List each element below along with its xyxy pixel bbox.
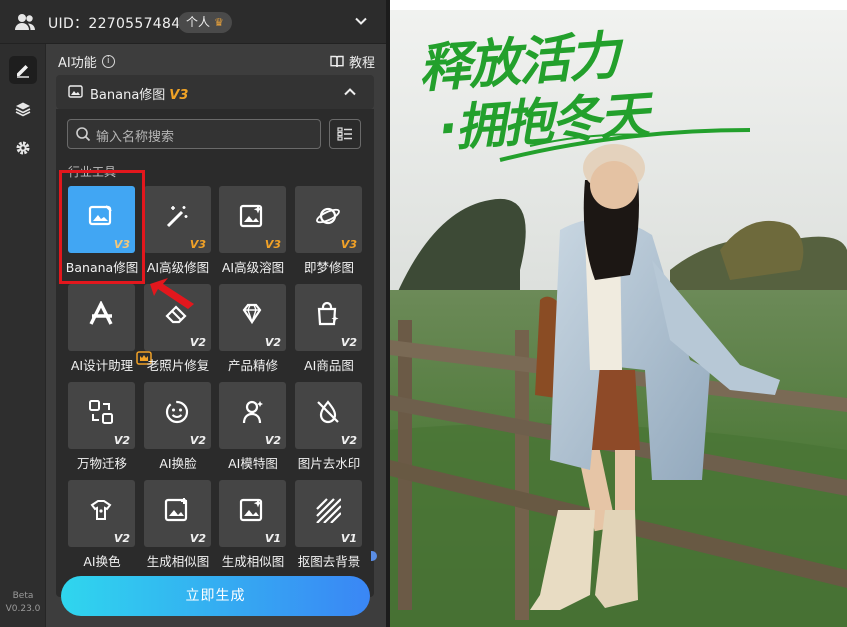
tool-tile[interactable]: V2 xyxy=(295,382,362,449)
tool-tile[interactable]: V2 xyxy=(295,284,362,351)
search-input[interactable]: 输入名称搜索 xyxy=(67,119,321,149)
pointer-arrow-icon xyxy=(150,278,194,309)
version-badge: V3 xyxy=(264,238,281,251)
tutorial-link[interactable]: 教程 xyxy=(330,52,375,71)
tool-tile[interactable]: V2 xyxy=(144,382,211,449)
tool-tile[interactable]: V2 xyxy=(219,284,286,351)
canvas-artwork: 释放活力 ·拥抱冬天 xyxy=(390,10,847,627)
tool-tile[interactable]: V2 xyxy=(68,382,135,449)
version-badge: V2 xyxy=(189,336,206,349)
list-view-icon xyxy=(337,127,352,141)
users-icon xyxy=(15,14,35,30)
tool-label: AI模特图 xyxy=(228,456,278,471)
book-icon xyxy=(330,55,344,68)
tool-tile[interactable]: V3 xyxy=(144,186,211,253)
version-badge: V3 xyxy=(189,238,206,251)
version-badge: V3 xyxy=(340,238,357,251)
layers-icon xyxy=(15,102,31,117)
tool-label: 图片去水印 xyxy=(297,456,361,471)
version-badge: V2 xyxy=(113,532,130,545)
gear-icon xyxy=(16,141,30,155)
tool-label: AI商品图 xyxy=(304,358,354,373)
tutorial-label: 教程 xyxy=(349,56,376,71)
tool-group-header[interactable]: Banana修图 V3 xyxy=(56,75,374,109)
tool-label: 即梦修图 xyxy=(303,260,354,275)
version-badge: V2 xyxy=(264,434,281,447)
pencil-icon xyxy=(17,65,29,78)
tool-tile[interactable] xyxy=(68,284,152,365)
tool-label: AI高级溶图 xyxy=(221,260,285,275)
list-view-button[interactable] xyxy=(329,119,361,149)
search-icon xyxy=(76,127,91,142)
side-nav: Beta V0.23.0 xyxy=(0,44,46,627)
version-badge: V2 xyxy=(340,434,357,447)
account-type-badge[interactable]: 个人 ♛ xyxy=(178,12,232,33)
tool-group-version: V3 xyxy=(169,88,189,103)
crown-icon: ♛ xyxy=(214,16,224,29)
user-id: UID：2270557484 xyxy=(48,16,181,32)
beta-label: Beta xyxy=(12,591,34,601)
tool-label: AI设计助理 xyxy=(70,358,134,373)
tool-tile[interactable]: V2 xyxy=(219,382,286,449)
chevron-down-icon[interactable] xyxy=(354,14,368,28)
tool-tile[interactable]: V1 xyxy=(219,480,286,547)
tool-label: 生成相似图 xyxy=(221,554,285,569)
tool-tile[interactable]: V1 xyxy=(295,480,362,547)
version-label: V0.23.0 xyxy=(5,604,41,614)
account-bar: UID：2270557484 个人 ♛ xyxy=(0,0,386,44)
nav-layers[interactable] xyxy=(9,95,37,123)
generate-button[interactable]: 立即生成 xyxy=(61,576,370,616)
version-badge: V2 xyxy=(340,336,357,349)
tool-tile[interactable]: V2 xyxy=(144,480,211,547)
tool-label: AI高级修图 xyxy=(146,260,210,275)
tool-label: 产品精修 xyxy=(227,358,278,373)
highlight-box xyxy=(59,170,145,284)
tool-tile[interactable]: V3 xyxy=(219,186,286,253)
tool-group-title: Banana修图 V3 xyxy=(90,88,189,103)
headline-line-2: ·拥抱冬天 xyxy=(436,85,650,159)
account-type-label: 个人 xyxy=(186,15,211,29)
ai-features-title: AI功能 xyxy=(58,56,97,71)
version-badge: V2 xyxy=(189,434,206,447)
tool-label: 老照片修复 xyxy=(146,358,210,373)
plugin-panel: UID：2270557484 个人 ♛ Beta V0.23.0 AI功能 i … xyxy=(0,0,386,627)
version-badge: V2 xyxy=(113,434,130,447)
version-badge: V1 xyxy=(264,532,281,545)
chevron-up-icon[interactable] xyxy=(344,87,356,97)
version-badge: V2 xyxy=(264,336,281,349)
crown-badge-icon xyxy=(116,334,152,365)
version-badge: V1 xyxy=(340,532,357,545)
tool-tile[interactable]: V3 xyxy=(295,186,362,253)
tool-label: AI换脸 xyxy=(159,456,197,471)
image-edit-icon xyxy=(68,85,83,98)
info-icon[interactable]: i xyxy=(101,55,115,68)
version-badge: V2 xyxy=(189,532,206,545)
tool-label: 抠图去背景 xyxy=(297,554,361,569)
tool-label: 万物迁移 xyxy=(76,456,127,471)
nav-edit[interactable] xyxy=(9,56,37,84)
tool-tile[interactable]: V2 xyxy=(68,480,135,547)
search-placeholder: 输入名称搜索 xyxy=(96,130,175,145)
tool-label: AI换色 xyxy=(83,554,121,569)
nav-settings[interactable] xyxy=(9,134,37,162)
tool-label: 生成相似图 xyxy=(146,554,210,569)
ai-features-heading: AI功能 i xyxy=(58,52,115,71)
